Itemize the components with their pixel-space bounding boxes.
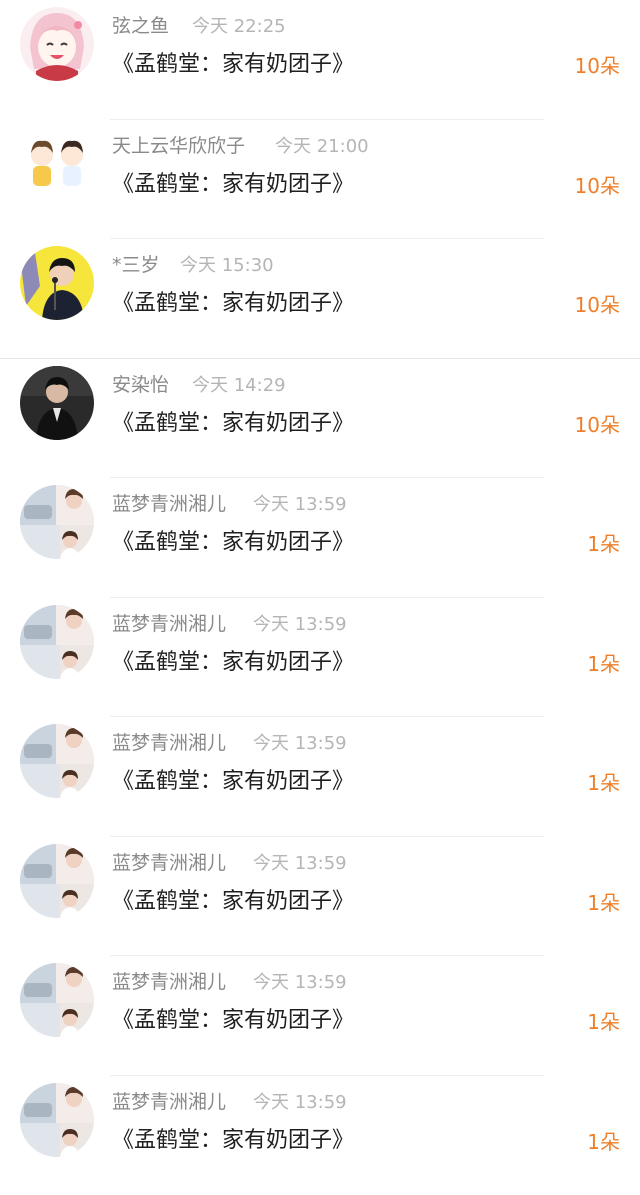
- timestamp: 今天 13:59: [253, 969, 347, 997]
- list-item[interactable]: 弦之鱼 今天 22:25 《孟鹤堂：家有奶团子》 10朵: [0, 0, 640, 120]
- username[interactable]: 安染怡: [112, 371, 169, 399]
- gift-title: 《孟鹤堂：家有奶团子》: [112, 766, 354, 798]
- username[interactable]: 蓝梦青洲湘儿: [112, 849, 226, 877]
- collage-avatar-icon: [20, 963, 94, 1037]
- flower-count: 1朵: [587, 529, 620, 559]
- gift-title: 《孟鹤堂：家有奶团子》: [112, 1125, 354, 1157]
- timestamp: 今天 13:59: [253, 1089, 347, 1117]
- list-item[interactable]: 蓝梦青洲湘儿 今天 13:59 《孟鹤堂：家有奶团子》 1朵: [0, 956, 640, 1076]
- list-item[interactable]: 蓝梦青洲湘儿 今天 13:59 《孟鹤堂：家有奶团子》 1朵: [0, 837, 640, 957]
- username[interactable]: 蓝梦青洲湘儿: [112, 729, 226, 757]
- timestamp: 今天 13:59: [253, 730, 347, 758]
- list-item[interactable]: 安染怡 今天 14:29 《孟鹤堂：家有奶团子》 10朵: [0, 359, 640, 479]
- cartoon-pair-avatar-icon: [20, 127, 94, 201]
- flower-count: 10朵: [575, 51, 620, 81]
- flower-count: 10朵: [575, 171, 620, 201]
- gift-title: 《孟鹤堂：家有奶团子》: [112, 527, 354, 559]
- gift-title: 《孟鹤堂：家有奶团子》: [112, 1005, 354, 1037]
- gift-list: 弦之鱼 今天 22:25 《孟鹤堂：家有奶团子》 10朵 天上云华欣欣子 今天 …: [0, 0, 640, 1183]
- list-item[interactable]: 蓝梦青洲湘儿 今天 13:59 《孟鹤堂：家有奶团子》 1朵: [0, 478, 640, 598]
- username[interactable]: 蓝梦青洲湘儿: [112, 968, 226, 996]
- collage-avatar-icon: [20, 485, 94, 559]
- gift-title: 《孟鹤堂：家有奶团子》: [112, 169, 354, 201]
- avatar[interactable]: [20, 605, 94, 679]
- username[interactable]: 弦之鱼: [112, 12, 169, 40]
- avatar[interactable]: [20, 844, 94, 918]
- timestamp: 今天 13:59: [253, 611, 347, 639]
- username[interactable]: 蓝梦青洲湘儿: [112, 490, 226, 518]
- collage-avatar-icon: [20, 724, 94, 798]
- avatar[interactable]: [20, 246, 94, 320]
- gift-title: 《孟鹤堂：家有奶团子》: [112, 288, 354, 320]
- collage-avatar-icon: [20, 844, 94, 918]
- avatar[interactable]: [20, 7, 94, 81]
- username[interactable]: *三岁: [112, 251, 160, 279]
- list-item[interactable]: 天上云华欣欣子 今天 21:00 《孟鹤堂：家有奶团子》 10朵: [0, 120, 640, 240]
- collage-avatar-icon: [20, 1083, 94, 1157]
- timestamp: 今天 21:00: [275, 133, 369, 161]
- list-item[interactable]: 蓝梦青洲湘儿 今天 13:59 《孟鹤堂：家有奶团子》 1朵: [0, 717, 640, 837]
- dark-portrait-avatar-icon: [20, 366, 94, 440]
- gift-title: 《孟鹤堂：家有奶团子》: [112, 647, 354, 679]
- timestamp: 今天 14:29: [192, 372, 286, 400]
- avatar[interactable]: [20, 963, 94, 1037]
- avatar[interactable]: [20, 1083, 94, 1157]
- avatar[interactable]: [20, 127, 94, 201]
- anime-girl-avatar-icon: [20, 7, 94, 81]
- gift-title: 《孟鹤堂：家有奶团子》: [112, 408, 354, 440]
- timestamp: 今天 22:25: [192, 13, 286, 41]
- flower-count: 1朵: [587, 1007, 620, 1037]
- flower-count: 1朵: [587, 768, 620, 798]
- timestamp: 今天 15:30: [180, 252, 274, 280]
- username[interactable]: 蓝梦青洲湘儿: [112, 610, 226, 638]
- flower-count: 1朵: [587, 888, 620, 918]
- flower-count: 1朵: [587, 649, 620, 679]
- gift-title: 《孟鹤堂：家有奶团子》: [112, 49, 354, 81]
- timestamp: 今天 13:59: [253, 491, 347, 519]
- timestamp: 今天 13:59: [253, 850, 347, 878]
- flower-count: 10朵: [575, 290, 620, 320]
- avatar[interactable]: [20, 366, 94, 440]
- avatar[interactable]: [20, 724, 94, 798]
- list-item[interactable]: 蓝梦青洲湘儿 今天 13:59 《孟鹤堂：家有奶团子》 1朵: [0, 1076, 640, 1195]
- username[interactable]: 蓝梦青洲湘儿: [112, 1088, 226, 1116]
- flower-count: 10朵: [575, 410, 620, 440]
- list-item[interactable]: 蓝梦青洲湘儿 今天 13:59 《孟鹤堂：家有奶团子》 1朵: [0, 598, 640, 718]
- list-item[interactable]: *三岁 今天 15:30 《孟鹤堂：家有奶团子》 10朵: [0, 239, 640, 359]
- collage-avatar-icon: [20, 605, 94, 679]
- avatar[interactable]: [20, 485, 94, 559]
- username[interactable]: 天上云华欣欣子: [112, 132, 245, 160]
- gift-title: 《孟鹤堂：家有奶团子》: [112, 886, 354, 918]
- flower-count: 1朵: [587, 1127, 620, 1157]
- yellow-performer-avatar-icon: [20, 246, 94, 320]
